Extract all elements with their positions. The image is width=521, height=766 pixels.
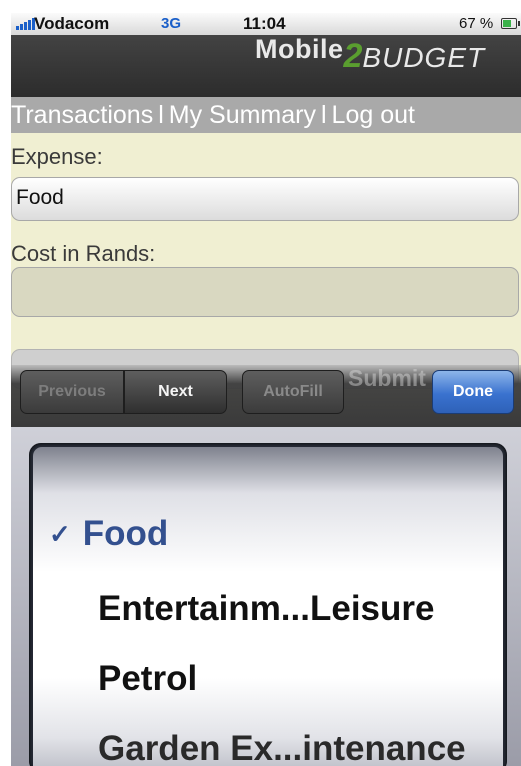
nav-link-my-summary[interactable]: My Summary [169, 101, 316, 129]
clock: 11:04 [243, 14, 286, 33]
expense-label: Expense: [11, 144, 103, 169]
done-button[interactable]: Done [432, 370, 514, 414]
picker-option-food[interactable]: ✓ Food [33, 514, 503, 554]
picker-option-petrol[interactable]: Petrol [98, 659, 503, 699]
carrier-name: Vodacom [34, 14, 110, 33]
autofill-button[interactable]: AutoFill [242, 370, 344, 414]
app-header: Mobile2BUDGET [11, 34, 521, 97]
expense-picker-wheel[interactable]: ✓ Food Entertainm...Leisure Petrol Garden… [33, 447, 503, 766]
picker-option-label: Food [82, 514, 169, 553]
nav-link-transactions[interactable]: Transactions [11, 101, 153, 129]
picker-option-entertainment[interactable]: Entertainm...Leisure [98, 589, 503, 629]
network-type: 3G [161, 15, 182, 32]
nav-bar: Transactions l My Summary l Log out [11, 97, 521, 133]
signal-strength-icon [16, 18, 35, 30]
keyboard-toolbar: Submit Previous Next AutoFill Done [11, 365, 521, 427]
next-button[interactable]: Next [124, 370, 227, 414]
nav-separator: l [320, 101, 327, 129]
phone-screen: Vodacom 3G 11:04 67 % Mobile2BUDGET Tran… [11, 13, 521, 766]
logo-text-budget: BUDGET [362, 42, 486, 73]
nav-separator: l [158, 101, 164, 129]
cost-label: Cost in Rands: [11, 241, 156, 266]
battery-percentage: 67 % [459, 15, 494, 32]
expense-select[interactable]: Food [11, 177, 519, 221]
submit-button-label: Submit [348, 365, 426, 391]
previous-button[interactable]: Previous [20, 370, 124, 414]
cost-input[interactable] [11, 267, 519, 317]
nav-link-log-out[interactable]: Log out [332, 101, 415, 129]
checkmark-icon: ✓ [49, 519, 71, 549]
status-bar: Vodacom 3G 11:04 67 % [11, 13, 521, 35]
picker-option-garden[interactable]: Garden Ex...intenance [98, 729, 503, 766]
app-logo: Mobile2BUDGET [255, 34, 486, 76]
logo-text-2: 2 [343, 37, 363, 75]
picker-area: ✓ Food Entertainm...Leisure Petrol Garden… [11, 427, 521, 766]
logo-text-mobile: Mobile [255, 34, 344, 64]
battery-icon [501, 18, 520, 29]
